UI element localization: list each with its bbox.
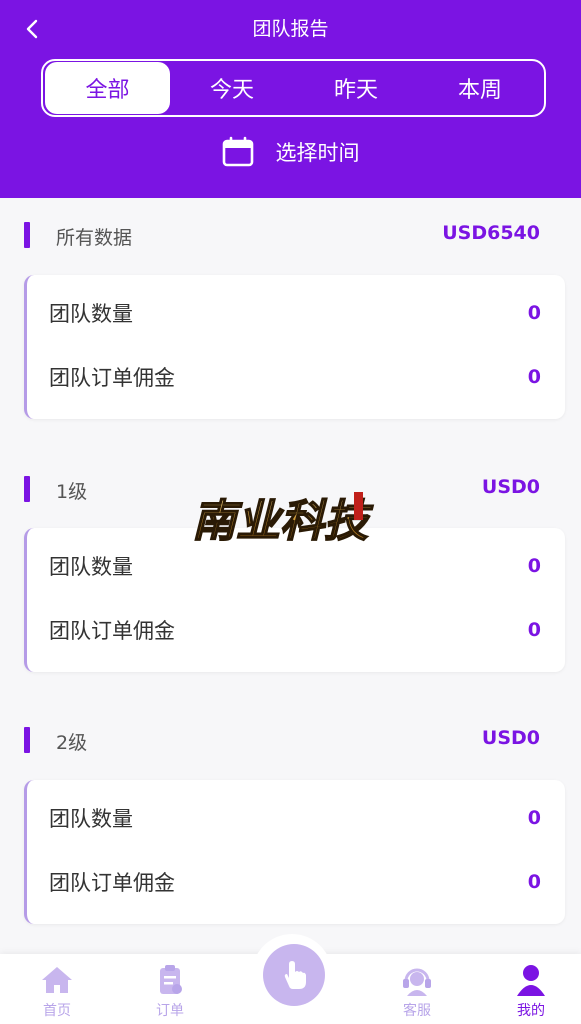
stat-row: 团队订单佣金 0 xyxy=(49,357,541,397)
nav-label: 我的 xyxy=(517,1003,545,1019)
stat-row: 团队数量 0 xyxy=(49,293,541,333)
select-time-label: 选择时间 xyxy=(275,141,360,165)
page-title: 团队报告 xyxy=(252,18,329,40)
nav-label: 客服 xyxy=(403,1003,431,1019)
nav-mine[interactable]: 我的 xyxy=(491,962,571,1020)
section-title: 1级 xyxy=(56,481,88,503)
section-amount: USD0 xyxy=(481,476,540,498)
stat-row: 团队订单佣金 0 xyxy=(49,862,541,902)
tab-today[interactable]: 今天 xyxy=(170,62,294,114)
header: 团队报告 全部 今天 昨天 本周 选择时间 xyxy=(0,0,581,198)
headset-icon xyxy=(403,968,431,996)
stat-row: 团队数量 0 xyxy=(49,546,541,586)
calendar-icon xyxy=(222,136,253,167)
watermark-logo: 南业科技 xyxy=(191,492,375,548)
stats-card: 团队数量 0 团队订单佣金 0 xyxy=(24,780,565,924)
home-icon xyxy=(42,967,72,993)
section-amount: USD6540 xyxy=(442,222,540,244)
tab-this-week[interactable]: 本周 xyxy=(418,62,542,114)
stat-label: 团队数量 xyxy=(49,807,133,831)
section-header-level-2: 2级 USD0 xyxy=(0,721,581,761)
center-action-button[interactable] xyxy=(263,944,325,1006)
section-header-all: 所有数据 USD6540 xyxy=(0,216,581,256)
stat-value: 0 xyxy=(527,366,541,388)
stat-row: 团队订单佣金 0 xyxy=(49,610,541,650)
nav-customer-service[interactable]: 客服 xyxy=(377,962,457,1020)
svg-text:南业科技: 南业科技 xyxy=(192,496,374,547)
nav-home[interactable]: 首页 xyxy=(17,962,97,1020)
stat-label: 团队订单佣金 xyxy=(49,366,175,390)
section-title: 所有数据 xyxy=(56,227,133,249)
stat-value: 0 xyxy=(527,302,541,324)
order-clipboard-icon xyxy=(160,965,182,994)
stats-card: 团队数量 0 团队订单佣金 0 xyxy=(24,275,565,419)
section-marker xyxy=(24,222,30,248)
period-tabs: 全部 今天 昨天 本周 xyxy=(41,59,546,117)
user-icon xyxy=(517,965,545,996)
section-marker xyxy=(24,476,30,502)
section-marker xyxy=(24,727,30,753)
tab-yesterday[interactable]: 昨天 xyxy=(294,62,418,114)
nav-orders[interactable]: 订单 xyxy=(130,962,210,1020)
nav-label: 订单 xyxy=(156,1003,184,1019)
stat-value: 0 xyxy=(527,555,541,577)
stat-label: 团队数量 xyxy=(49,555,133,579)
section-title: 2级 xyxy=(56,732,88,754)
stat-value: 0 xyxy=(527,871,541,893)
stat-label: 团队数量 xyxy=(49,302,133,326)
select-time-button[interactable]: 选择时间 xyxy=(0,132,581,172)
tab-all[interactable]: 全部 xyxy=(45,62,170,114)
tap-hand-icon xyxy=(284,961,306,989)
stat-row: 团队数量 0 xyxy=(49,798,541,838)
stat-value: 0 xyxy=(527,807,541,829)
stat-value: 0 xyxy=(527,619,541,641)
nav-label: 首页 xyxy=(43,1003,71,1019)
stat-label: 团队订单佣金 xyxy=(49,619,175,643)
stat-label: 团队订单佣金 xyxy=(49,871,175,895)
section-amount: USD0 xyxy=(481,727,540,749)
